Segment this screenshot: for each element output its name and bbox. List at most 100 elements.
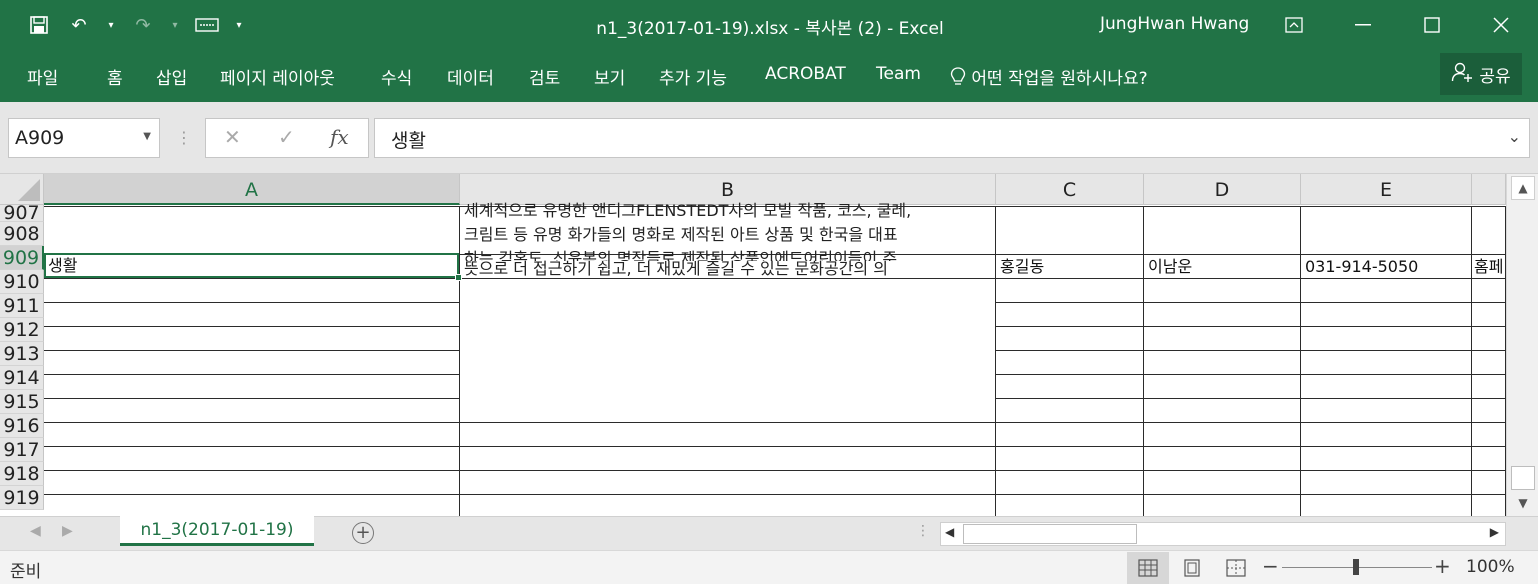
minimize-icon[interactable] — [1340, 8, 1386, 42]
row-header-915[interactable]: 915 — [0, 390, 44, 414]
tab-insert[interactable]: 삽입 — [156, 64, 187, 89]
row-header-913[interactable]: 913 — [0, 342, 44, 366]
grid-border — [44, 470, 1506, 471]
cell-b-text[interactable]: 세계적으로 유명한 앤디그FLENSTEDT사의 모빌 작품, 코스, 쿨레, … — [460, 199, 995, 423]
row-header-909[interactable]: 909 — [0, 246, 44, 270]
undo-dropdown-icon[interactable]: ▾ — [104, 10, 118, 40]
previous-sheet-icon[interactable]: ◀ — [30, 523, 41, 539]
grid-border — [44, 494, 1506, 495]
tab-home[interactable]: 홈 — [107, 64, 123, 89]
cell-d909[interactable]: 이남운 — [1144, 255, 1300, 279]
column-header-c[interactable]: C — [996, 174, 1144, 205]
sheet-tab-active[interactable]: n1_3(2017-01-19) — [120, 516, 314, 546]
redo-icon[interactable]: ↷ — [128, 10, 158, 40]
page-break-preview-icon[interactable] — [1215, 552, 1257, 584]
column-header-d[interactable]: D — [1144, 174, 1301, 205]
cell-a909[interactable]: 생활 — [44, 254, 459, 278]
zoom-level[interactable]: 100% — [1466, 557, 1515, 577]
cell-b-line-2: 크림트 등 유명 화가들의 명화로 제작된 아트 상품 및 한국을 대표 — [464, 225, 898, 244]
row-header-908[interactable]: 908 — [0, 222, 44, 246]
row-header-907[interactable]: 907 — [0, 205, 44, 222]
tab-formulas[interactable]: 수식 — [381, 64, 412, 89]
ribbon-display-options-icon[interactable] — [1271, 8, 1317, 42]
column-header-a[interactable]: A — [44, 174, 460, 205]
row-header-916[interactable]: 916 — [0, 414, 44, 438]
formula-input[interactable]: 생활 ⌄ — [374, 118, 1530, 158]
grid-border — [996, 326, 1506, 327]
tab-add-ins[interactable]: 추가 기능 — [659, 64, 727, 89]
name-box-dropdown-icon[interactable]: ▼ — [143, 131, 151, 142]
cell-c909[interactable]: 홍길동 — [996, 255, 1143, 279]
grid-border — [996, 350, 1506, 351]
tab-team[interactable]: Team — [876, 64, 921, 84]
formula-bar-buttons: ✕ ✓ fx — [205, 118, 369, 158]
row-header-912[interactable]: 912 — [0, 318, 44, 342]
cell-e909[interactable]: 031-914-5050 — [1301, 255, 1471, 279]
next-sheet-icon[interactable]: ▶ — [62, 523, 73, 539]
document-title: n1_3(2017-01-19).xlsx - 복사본 (2) - Excel — [596, 19, 944, 39]
column-header-f[interactable] — [1472, 174, 1506, 205]
row-header-918[interactable]: 918 — [0, 462, 44, 486]
insert-function-icon[interactable]: fx — [330, 125, 349, 149]
zoom-slider-thumb[interactable] — [1353, 559, 1359, 575]
row-header-914[interactable]: 914 — [0, 366, 44, 390]
select-all-corner[interactable] — [0, 174, 44, 205]
formula-bar: A909 ▼ ⋮ ✕ ✓ fx 생활 ⌄ — [0, 102, 1538, 174]
row-header-917[interactable]: 917 — [0, 438, 44, 462]
column-header-e[interactable]: E — [1301, 174, 1472, 205]
tell-me-search[interactable]: 어떤 작업을 원하시나요? — [950, 64, 1148, 89]
grid-border — [996, 398, 1506, 399]
add-sheet-icon[interactable]: + — [352, 522, 374, 544]
customize-qat-icon[interactable]: ▾ — [232, 10, 246, 40]
vertical-scroll-thumb[interactable] — [1511, 466, 1535, 490]
grid-border — [44, 326, 460, 327]
share-button[interactable]: 공유 — [1440, 53, 1522, 95]
grid-border — [1143, 206, 1144, 516]
row-header-919[interactable]: 919 — [0, 486, 44, 510]
grid-border — [44, 374, 460, 375]
formula-input-value: 생활 — [391, 130, 426, 152]
zoom-out-icon[interactable]: − — [1262, 554, 1279, 578]
tab-split-grip-icon[interactable]: ⋮ — [916, 523, 930, 539]
redo-dropdown-icon[interactable]: ▾ — [168, 10, 182, 40]
form-icon[interactable] — [192, 10, 222, 40]
scroll-up-icon[interactable]: ▲ — [1511, 176, 1535, 200]
horizontal-scrollbar[interactable]: ◀ ▶ — [940, 522, 1506, 546]
maximize-icon[interactable] — [1409, 8, 1455, 42]
save-icon[interactable] — [24, 10, 54, 40]
expand-formula-bar-icon[interactable]: ⌄ — [1508, 127, 1521, 146]
ribbon-tabs: 파일 홈 삽입 페이지 레이아웃 수식 데이터 검토 보기 추가 기능 ACRO… — [0, 52, 1538, 102]
horizontal-scroll-thumb[interactable] — [963, 524, 1137, 544]
page-layout-view-icon[interactable] — [1171, 552, 1213, 584]
name-box[interactable]: A909 ▼ — [8, 118, 160, 158]
tab-view[interactable]: 보기 — [594, 64, 625, 89]
worksheet-grid[interactable]: A B C D E 907 908 909 910 911 912 913 91… — [0, 174, 1506, 516]
close-icon[interactable] — [1478, 8, 1524, 42]
zoom-in-icon[interactable]: + — [1434, 554, 1451, 578]
title-bar: ↶ ▾ ↷ ▾ ▾ n1_3(2017-01-19).xlsx - 복사본 (2… — [0, 0, 1538, 52]
grid-border — [996, 302, 1506, 303]
status-bar: 준비 − + 100% — [0, 550, 1538, 584]
user-name[interactable]: JungHwan Hwang — [1100, 14, 1249, 34]
scroll-right-icon[interactable]: ▶ — [1490, 525, 1499, 539]
scroll-left-icon[interactable]: ◀ — [945, 525, 954, 539]
tab-page-layout[interactable]: 페이지 레이아웃 — [220, 64, 335, 89]
cell-f909[interactable]: 홈페 — [1472, 255, 1505, 279]
fill-handle[interactable] — [455, 274, 462, 281]
scroll-down-icon[interactable]: ▼ — [1511, 492, 1535, 514]
formula-bar-grip-icon[interactable]: ⋮ — [176, 128, 192, 147]
row-header-910[interactable]: 910 — [0, 270, 44, 294]
quick-access-toolbar: ↶ ▾ ↷ ▾ ▾ — [24, 10, 246, 40]
undo-icon[interactable]: ↶ — [64, 10, 94, 40]
cancel-icon[interactable]: ✕ — [224, 125, 241, 149]
enter-icon[interactable]: ✓ — [278, 125, 295, 149]
normal-view-icon[interactable] — [1127, 552, 1169, 584]
tab-data[interactable]: 데이터 — [447, 64, 494, 89]
tab-acrobat[interactable]: ACROBAT — [765, 64, 846, 84]
tab-review[interactable]: 검토 — [529, 64, 560, 89]
user-plus-icon — [1451, 61, 1473, 88]
vertical-scrollbar[interactable]: ▲ ▼ — [1506, 174, 1538, 516]
sheet-tabs-bar: ◀ ▶ n1_3(2017-01-19) + ⋮ ◀ ▶ — [0, 516, 1538, 550]
tab-file[interactable]: 파일 — [27, 64, 58, 89]
row-header-911[interactable]: 911 — [0, 294, 44, 318]
